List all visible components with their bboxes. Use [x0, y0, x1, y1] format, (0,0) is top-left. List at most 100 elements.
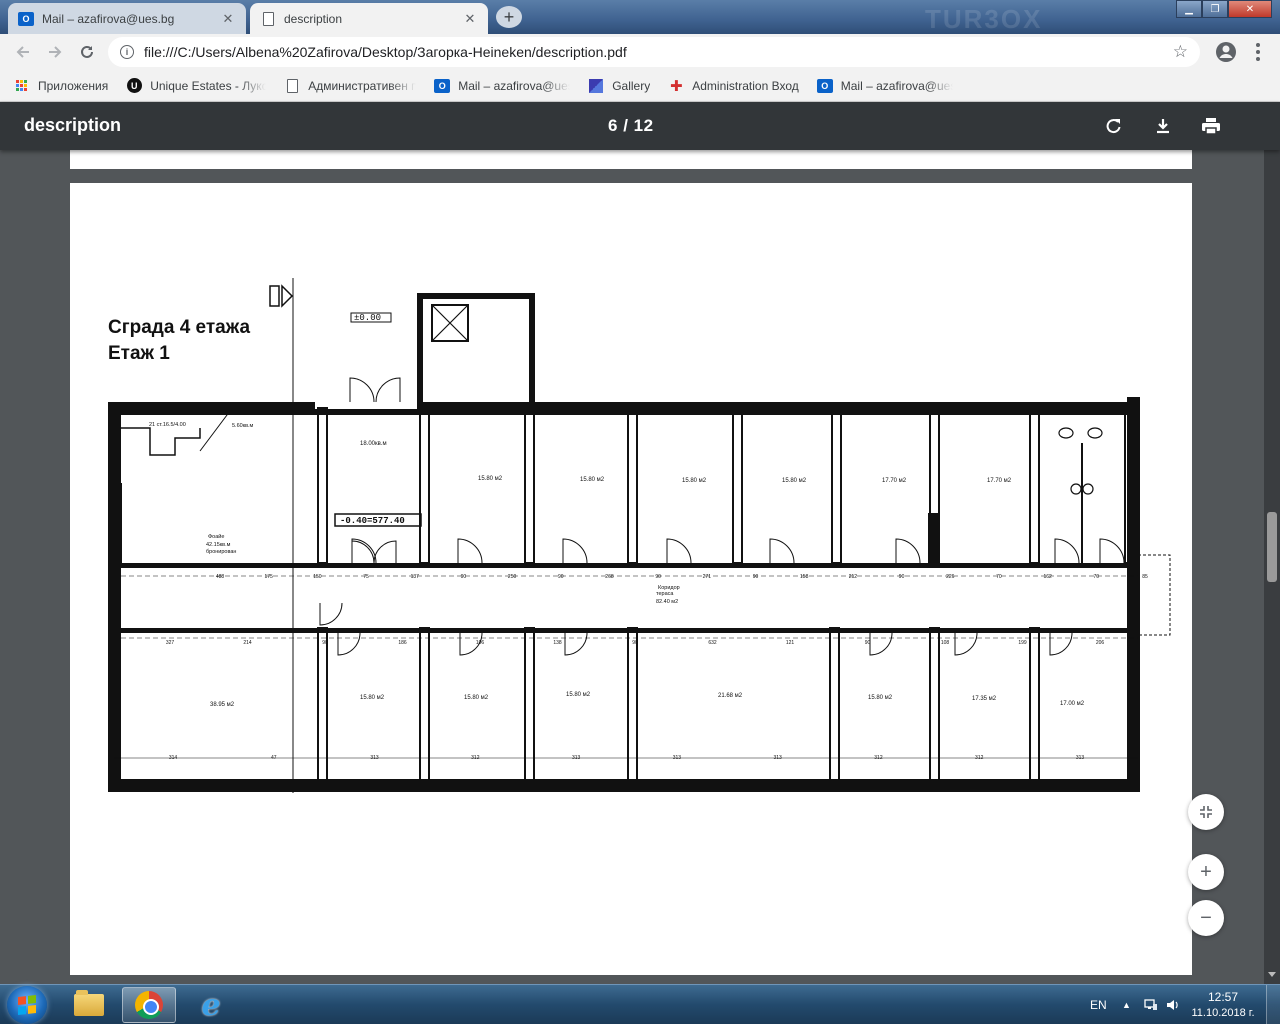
print-button[interactable] [1199, 114, 1223, 138]
document-icon [260, 11, 276, 27]
menu-button[interactable] [1250, 40, 1266, 64]
system-clock[interactable]: 12:57 11.10.2018 г. [1188, 989, 1258, 1021]
room-area-label: 15.80 м2 [580, 477, 605, 483]
bookmark-label: Gallery [612, 78, 651, 93]
bookmark-gallery[interactable]: Gallery [588, 78, 650, 94]
dimension-label: 313 [773, 755, 782, 761]
dimension-label: 158 [800, 574, 809, 580]
room-labels: 15.80 м2 15.80 м2 15.80 м2 15.80 м2 17.70 м2… [210, 476, 1085, 708]
floor-plan: Сграда 4 етажа Етаж 1 ±0.00 -0.40=577.40… [108, 278, 1171, 793]
foyer-label: Фоайе [208, 533, 224, 540]
door-swing [351, 538, 377, 564]
language-label: EN [1090, 998, 1107, 1012]
scrollbar-thumb[interactable] [1267, 512, 1277, 582]
reload-button[interactable] [72, 37, 102, 67]
column [928, 513, 940, 563]
pdf-page: Сграда 4 етажа Етаж 1 ±0.00 -0.40=577.40… [70, 183, 1192, 975]
dimension-label: 90 [655, 574, 661, 580]
clock-time: 12:57 [1207, 990, 1239, 1004]
info-icon[interactable]: i [120, 45, 134, 59]
fit-page-icon [1200, 806, 1212, 818]
zoom-out-button[interactable]: − [1188, 900, 1224, 936]
menu-dot-icon [1256, 50, 1260, 54]
partition-wall-bottom [929, 627, 940, 789]
previous-pdf-page [70, 150, 1192, 169]
download-icon [1157, 119, 1169, 134]
dimension-label: 199 [1018, 640, 1027, 646]
network-icon[interactable] [1144, 985, 1158, 1024]
elevator-cross [431, 304, 469, 342]
dimension-label: 313 [370, 755, 379, 761]
current-page[interactable]: 6 [608, 116, 618, 135]
door-swing [457, 538, 483, 564]
elevator-shaft [417, 293, 535, 409]
bookmark-star-icon[interactable]: ☆ [1173, 42, 1188, 62]
bookmark-apps[interactable]: Приложения [14, 78, 108, 94]
back-arrow-icon [16, 46, 29, 58]
dimension-label: 314 [169, 755, 178, 761]
new-tab-button[interactable]: + [496, 6, 522, 28]
dimension-label: 271 [703, 574, 712, 580]
bookmark-admin[interactable]: Административен п [284, 78, 416, 94]
maximize-button[interactable]: ❐ [1202, 0, 1228, 18]
door-swing [337, 632, 361, 656]
room-area-label: 15.80 м2 [682, 478, 707, 484]
bookmark-mail-2[interactable]: O Mail – azafirova@ues [816, 78, 953, 94]
show-desktop-button[interactable] [1266, 985, 1280, 1024]
fit-to-page-button[interactable] [1188, 794, 1224, 830]
forward-button[interactable] [40, 37, 70, 67]
window-close-button[interactable]: ✕ [1228, 0, 1272, 18]
bookmark-administration[interactable]: ✚ Administration Вход [668, 78, 799, 94]
close-icon[interactable]: ✕ [462, 11, 478, 27]
dimension-label: 90 [865, 640, 871, 646]
sink-fixture [1070, 483, 1082, 495]
room-area-label: 17.70 м2 [987, 478, 1012, 484]
dimension-label: 312 [874, 755, 883, 761]
door-swing [1054, 538, 1080, 564]
minimize-button[interactable]: ▁ [1176, 0, 1202, 18]
language-indicator[interactable]: EN [1090, 985, 1107, 1024]
pdf-title: description [24, 115, 122, 135]
forward-arrow-icon [49, 46, 62, 58]
elevation-mark: -0.40=577.40 [340, 516, 405, 526]
entrance-double-door [349, 377, 401, 403]
corridor-wall-bottom [121, 628, 1131, 633]
tab-description[interactable]: description ✕ [250, 3, 488, 34]
bookmark-label: Административен п [308, 78, 417, 93]
show-hidden-icons[interactable]: ▲ [1122, 985, 1131, 1024]
download-button[interactable] [1151, 114, 1175, 138]
tab-mail[interactable]: O Mail – azafirova@ues.bg ✕ [8, 3, 246, 34]
start-button[interactable] [7, 986, 47, 1024]
internet-explorer-icon: e [201, 987, 221, 1023]
room-area-label: 38.95 м2 [210, 702, 235, 708]
room-area-label: 15.80 м2 [868, 695, 893, 701]
close-icon[interactable]: ✕ [220, 11, 236, 27]
dimension-label: 90 [632, 640, 638, 646]
partition-wall-top [1029, 407, 1040, 564]
windows-taskbar: e EN ▲ 12:57 11.10.2018 г. [0, 984, 1280, 1024]
stair-note: 21 ст.16.5/4.00 [149, 422, 186, 428]
taskbar-internet-explorer[interactable]: e [184, 987, 238, 1023]
zoom-in-button[interactable]: + [1188, 854, 1224, 890]
profile-button[interactable] [1214, 40, 1238, 64]
url-text[interactable]: file:///C:/Users/Albena%20Zafirova/Deskt… [144, 44, 1173, 60]
back-button[interactable] [8, 37, 38, 67]
taskbar-explorer[interactable] [62, 987, 116, 1023]
bookmark-unique-estates[interactable]: U Unique Estates - Лукс [126, 78, 266, 94]
address-bar[interactable]: i file:///C:/Users/Albena%20Zafirova/Des… [108, 37, 1200, 67]
volume-icon[interactable] [1166, 985, 1180, 1024]
plan-title-line1: Сграда 4 етажа [108, 317, 250, 338]
section-marker-arrow [281, 284, 294, 308]
scrollbar[interactable] [1264, 102, 1280, 984]
door-swing [666, 538, 692, 564]
bookmark-mail[interactable]: O Mail – azafirova@ues [434, 78, 570, 94]
pdf-toolbar: description 6 / 12 [0, 102, 1280, 150]
page-separator: / [623, 116, 629, 135]
room-area-label: 15.80 м2 [566, 692, 591, 698]
door-swing [869, 632, 893, 656]
floor-plan-drawing [108, 278, 1171, 793]
corridor-wall-top [121, 563, 1131, 568]
rotate-button[interactable] [1102, 114, 1126, 138]
scroll-down-icon[interactable] [1268, 972, 1276, 977]
taskbar-chrome[interactable] [122, 987, 176, 1023]
